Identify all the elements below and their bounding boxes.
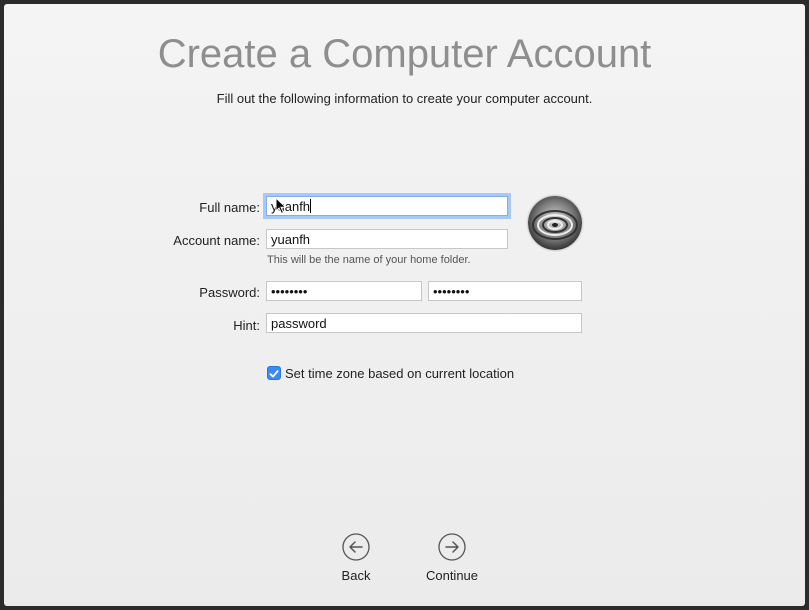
user-picture-icon	[528, 196, 582, 250]
account-name-field[interactable]: yuanfh	[266, 229, 508, 249]
account-name-value: yuanfh	[271, 232, 311, 247]
user-picture[interactable]	[528, 196, 582, 250]
checkmark-icon	[269, 370, 279, 378]
page-subtitle: Fill out the following information to cr…	[216, 91, 593, 106]
full-name-label: Full name:	[199, 200, 260, 215]
password-label: Password:	[199, 285, 260, 300]
password-field[interactable]: ••••••••	[266, 281, 422, 301]
account-name-label: Account name:	[173, 233, 260, 248]
full-name-field[interactable]: yuanfh	[266, 196, 508, 216]
hint-field[interactable]: password	[266, 313, 582, 333]
continue-label: Continue	[425, 568, 479, 583]
timezone-label[interactable]: Set time zone based on current location	[285, 366, 514, 381]
mouse-pointer-icon	[275, 197, 287, 215]
page-title: Create a Computer Account	[157, 32, 652, 76]
text-caret	[310, 199, 312, 213]
back-label: Back	[341, 568, 371, 583]
hint-value: password	[271, 316, 327, 331]
verify-password-field[interactable]: ••••••••	[428, 281, 582, 301]
forward-arrow-icon	[438, 533, 466, 561]
password-value: ••••••••	[271, 284, 308, 299]
back-arrow-icon	[342, 533, 370, 561]
timezone-checkbox[interactable]	[267, 366, 281, 380]
verify-password-value: ••••••••	[433, 284, 470, 299]
account-name-help: This will be the name of your home folde…	[267, 254, 471, 266]
continue-button[interactable]: Continue	[412, 533, 492, 583]
back-button[interactable]: Back	[316, 533, 396, 583]
hint-label: Hint:	[233, 318, 260, 333]
setup-window: Create a Computer Account Fill out the f…	[4, 4, 805, 606]
